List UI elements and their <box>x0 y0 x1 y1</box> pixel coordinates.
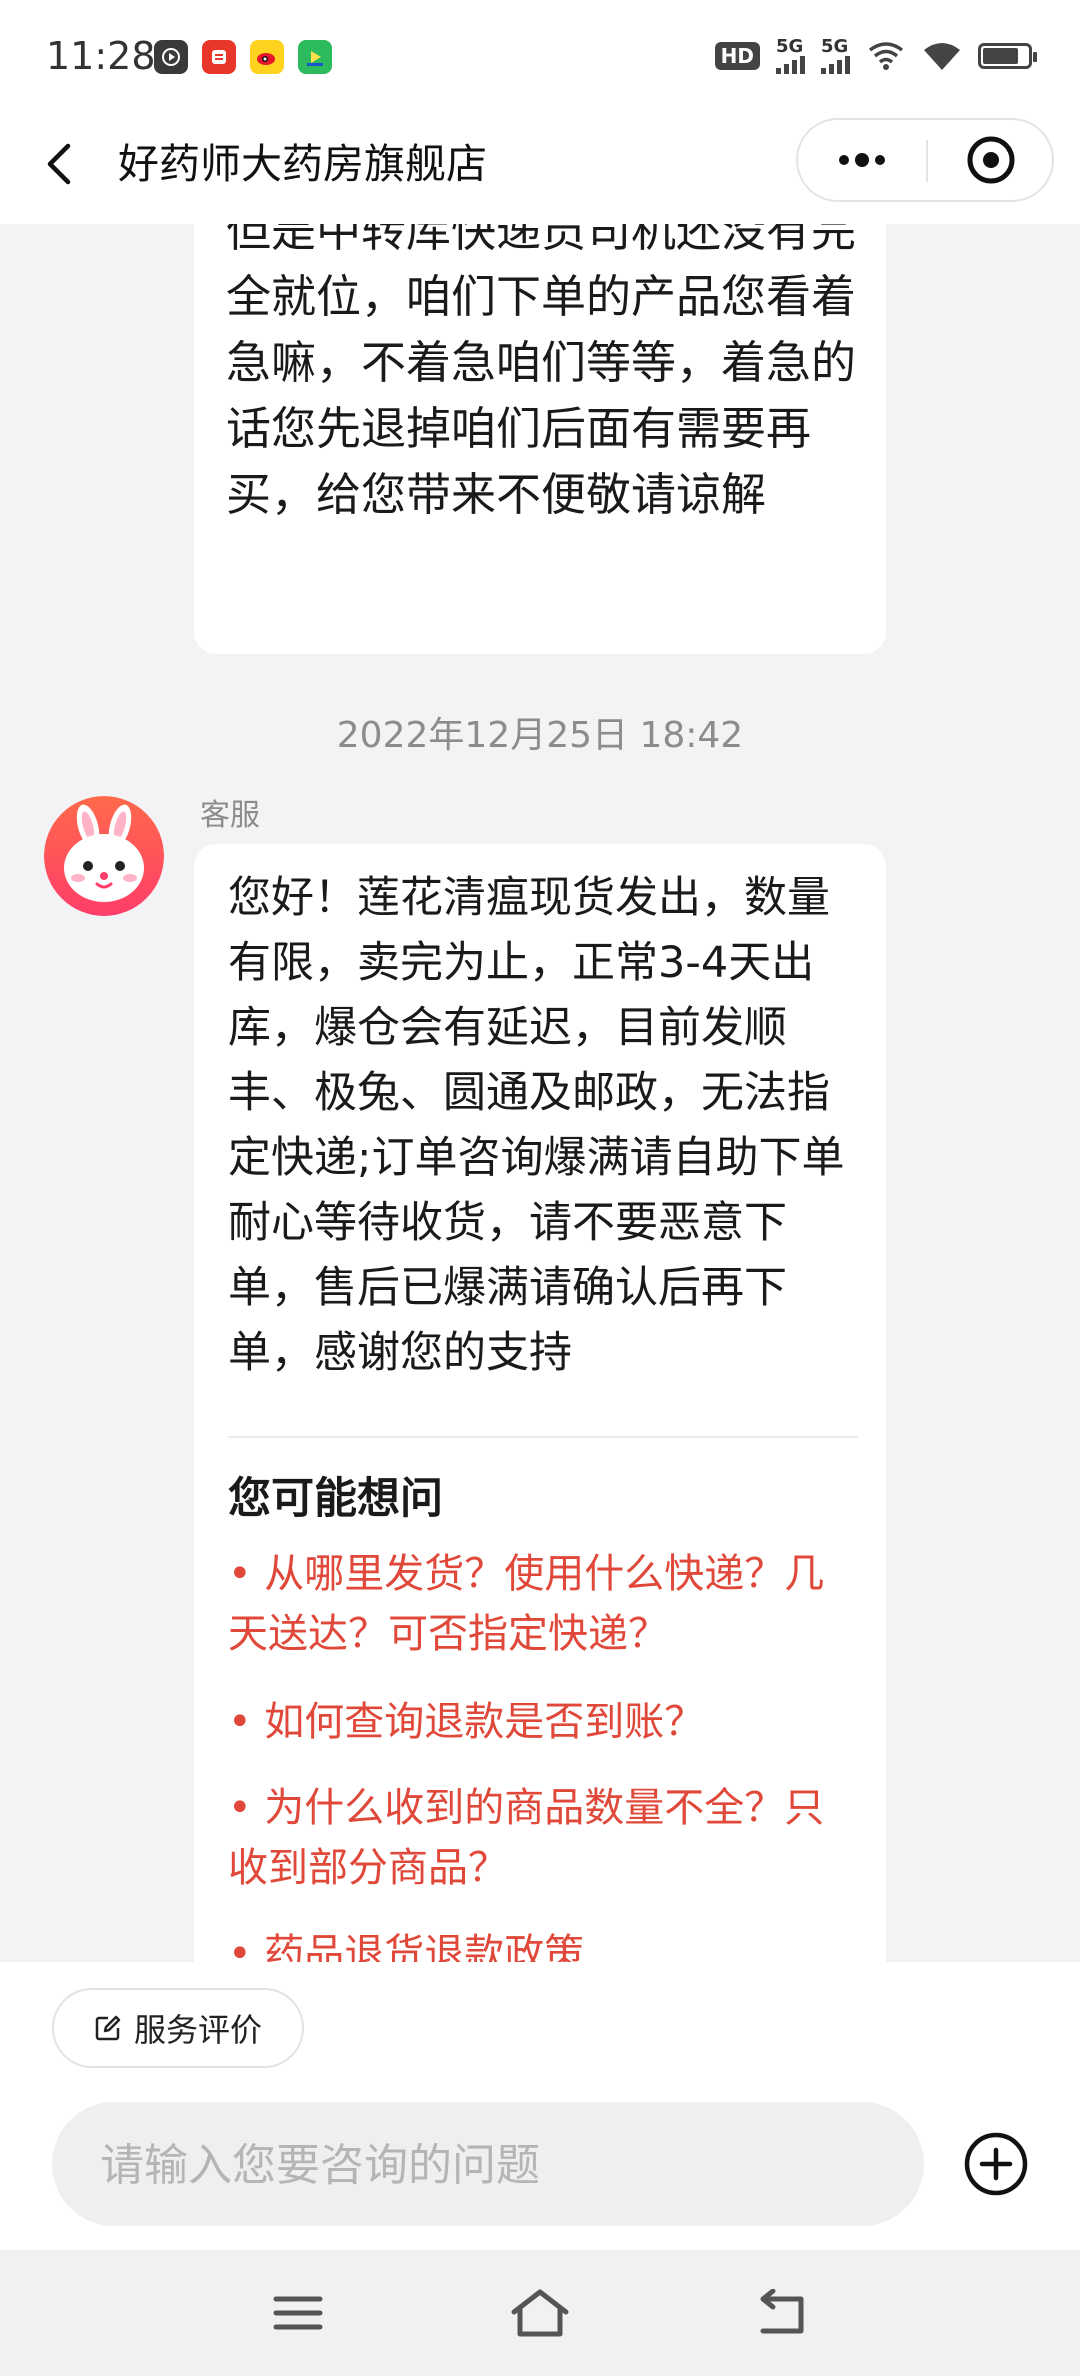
back-nav-button[interactable] <box>740 2278 820 2348</box>
plus-circle-icon <box>964 2132 1028 2196</box>
menu-nav-button[interactable] <box>258 2278 338 2348</box>
message-bubble: 但是中转库快递员司机还没有完全就位，咱们下单的产品您看着急嘛，不着急咱们等等，着… <box>194 224 886 654</box>
service-rating-button[interactable]: 服务评价 <box>52 1988 304 2068</box>
system-nav-bar <box>0 2250 1080 2376</box>
page-title: 好药师大药房旗舰店 <box>118 140 487 188</box>
hd-voice-badge: HD <box>714 42 760 70</box>
menu-icon <box>273 2296 323 2330</box>
news-app-icon <box>202 40 236 74</box>
faq-link[interactable]: • 如何查询退款是否到账？ <box>228 1692 858 1752</box>
agent-avatar[interactable] <box>44 796 164 916</box>
return-icon <box>760 2289 804 2334</box>
target-close-icon <box>967 136 1015 184</box>
sender-name: 客服 <box>200 798 260 833</box>
cell-signal-icon: 5G <box>821 38 850 74</box>
faq-title: 您可能想问 <box>228 1474 443 1524</box>
edit-icon <box>95 2015 121 2041</box>
more-dot-icon <box>875 155 885 165</box>
chat-area[interactable]: 但是中转库快递员司机还没有完全就位，咱们下单的产品您看着急嘛，不着急咱们等等，着… <box>0 224 1080 1962</box>
status-time: 11:28 <box>46 34 156 78</box>
message-input[interactable] <box>98 2102 882 2228</box>
more-dot-icon <box>855 153 869 167</box>
more-dot-icon <box>839 155 849 165</box>
message-timestamp: 2022年12月25日 18:42 <box>336 715 744 756</box>
faq-link[interactable]: • 药品退货退款政策 <box>228 1924 858 1962</box>
input-area: 服务评价 <box>0 1962 1080 2250</box>
status-indicators: HD 5G 5G <box>714 38 1037 74</box>
weibo-icon <box>250 40 284 74</box>
back-button[interactable] <box>36 134 86 194</box>
divider <box>228 1436 858 1438</box>
capsule-menu <box>796 118 1054 202</box>
faq-link[interactable]: • 为什么收到的商品数量不全？只收到部分商品？ <box>228 1778 858 1898</box>
battery-icon <box>978 43 1037 69</box>
home-icon <box>511 2289 569 2337</box>
add-attachment-button[interactable] <box>962 2130 1030 2198</box>
status-app-icons <box>154 40 332 74</box>
cell-signal-icon: 5G <box>776 38 805 74</box>
home-nav-button[interactable] <box>500 2278 580 2348</box>
close-mini-program-button[interactable] <box>928 120 1054 200</box>
back-arrow-icon <box>47 143 71 185</box>
faq-link[interactable]: • 从哪里发货？使用什么快递？几天送达？可否指定快递？ <box>228 1544 858 1664</box>
video-app-icon <box>298 40 332 74</box>
wifi-icon <box>924 43 960 70</box>
mini-program-header: 好药师大药房旗舰店 <box>0 112 1080 224</box>
play-icon <box>154 40 188 74</box>
agent-message-bubble: 您好！莲花清瘟现货发出，数量有限，卖完为止，正常3-4天出库，爆仓会有延迟，目前… <box>194 844 886 1962</box>
status-bar: 11:28 HD 5G 5G <box>0 0 1080 112</box>
message-text: 但是中转库快递员司机还没有完全就位，咱们下单的产品您看着急嘛，不着急咱们等等，着… <box>226 224 857 521</box>
more-button[interactable] <box>798 120 926 200</box>
bunny-avatar-icon <box>44 796 164 916</box>
message-input-box[interactable] <box>52 2102 924 2228</box>
wifi-calling-icon <box>868 42 904 70</box>
message-text: 您好！莲花清瘟现货发出，数量有限，卖完为止，正常3-4天出库，爆仓会有延迟，目前… <box>228 873 845 1378</box>
service-rating-label: 服务评价 <box>133 2011 262 2049</box>
